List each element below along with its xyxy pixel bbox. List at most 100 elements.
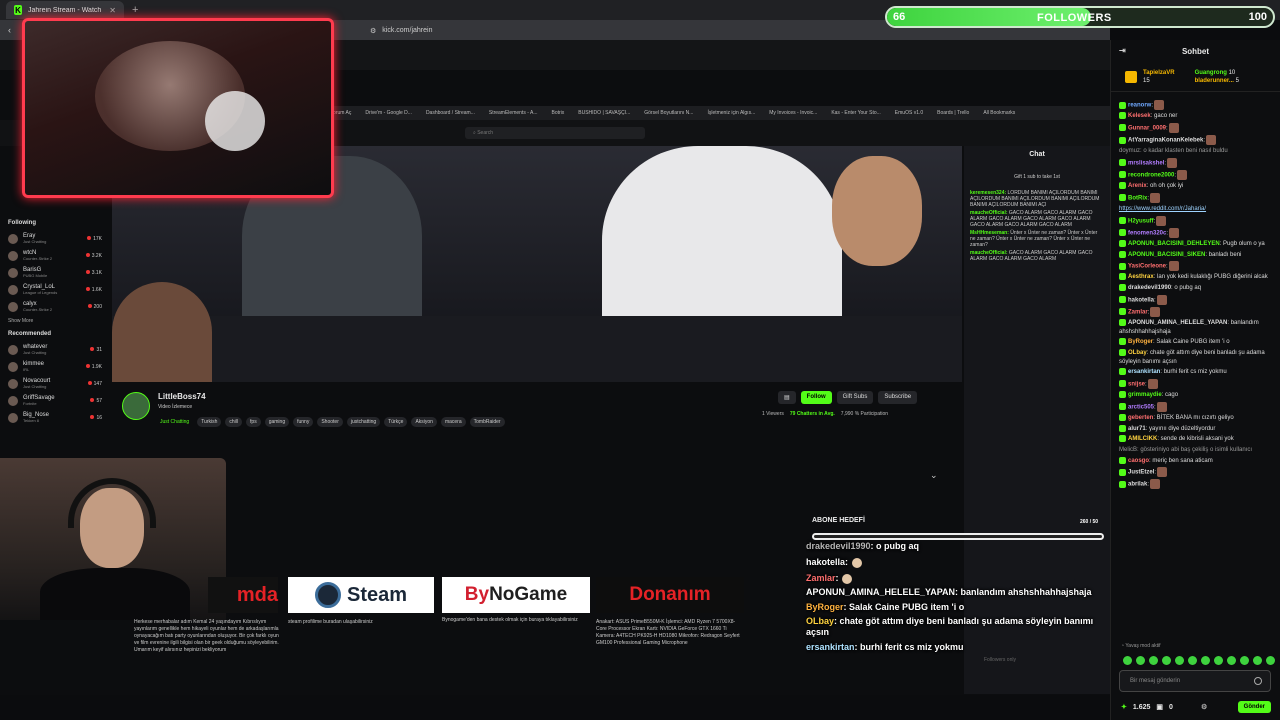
chat-username[interactable]: OLbay xyxy=(1128,350,1147,356)
subscribe-button[interactable]: Subscribe xyxy=(878,391,918,404)
collapse-chat-icon[interactable]: ⇥ xyxy=(1119,46,1126,55)
gifter-name[interactable]: bladerunner... xyxy=(1195,78,1234,84)
emote-icon[interactable] xyxy=(1123,656,1132,665)
chat-username[interactable]: hakotella xyxy=(1128,297,1154,303)
emoji-picker-icon[interactable] xyxy=(1254,677,1262,685)
chat-username[interactable]: ByRoger xyxy=(1128,339,1153,345)
bookmark-item[interactable]: Drive'm - Google D... xyxy=(365,110,412,116)
bynogame-panel[interactable]: By NoGame xyxy=(442,577,590,613)
sidebar-channel[interactable]: wtcN Counter-Strike 2 3.2K xyxy=(0,247,110,264)
emote-icon[interactable] xyxy=(1266,656,1275,665)
sidebar-channel[interactable]: Eray Just Chatting 17K xyxy=(0,230,110,247)
chat-username[interactable]: mrslisakshel xyxy=(1128,160,1164,166)
sidebar-channel[interactable]: Crystal_LoL League of Legends 1.6K xyxy=(0,281,110,298)
tag[interactable]: funny xyxy=(293,417,314,427)
tag[interactable]: Aksiyon xyxy=(411,417,437,427)
chat-username[interactable]: JustEtzel xyxy=(1128,470,1154,476)
chat-username[interactable]: H2yusuff xyxy=(1128,218,1154,224)
emote-icon[interactable] xyxy=(1227,656,1236,665)
emote-icon[interactable] xyxy=(1214,656,1223,665)
bookmark-item[interactable]: EmuOS v1.0 xyxy=(895,110,923,116)
site-info-icon[interactable]: ⚙ xyxy=(370,27,376,35)
gifter-name[interactable]: Guangrong xyxy=(1195,70,1227,76)
show-more-link[interactable]: Show More xyxy=(0,315,110,327)
emote-icon[interactable] xyxy=(1149,656,1158,665)
chat-username[interactable]: Aesthrax xyxy=(1128,275,1154,281)
sidebar-channel[interactable]: Novacourt Just Chatting 147 xyxy=(0,375,110,392)
emote-icon[interactable] xyxy=(1201,656,1210,665)
bookmark-item[interactable]: All Bookmarks xyxy=(983,110,1015,116)
new-tab-icon[interactable]: + xyxy=(132,4,138,16)
tag[interactable]: TombRaider xyxy=(469,417,505,427)
bookmark-item[interactable]: BUSHIDO | SAVAŞÇI... xyxy=(578,110,630,116)
chat-username[interactable]: recondrone2000 xyxy=(1128,173,1174,179)
chat-username[interactable]: geberten xyxy=(1128,415,1153,421)
chat-username[interactable]: APONUN_BACISINI_SIKEN xyxy=(1128,252,1205,258)
chat-username[interactable]: YasiCorleone xyxy=(1128,264,1166,270)
tag[interactable]: Turkish xyxy=(197,417,222,427)
kick-search-input[interactable]: ⌕ Search xyxy=(465,127,645,139)
chat-username[interactable]: AMILCIKK xyxy=(1128,436,1157,442)
chat-username[interactable]: Gunnar_0009 xyxy=(1128,125,1166,131)
bookmark-item[interactable]: Görsel Boyutlarını N... xyxy=(644,110,693,116)
top-gifter-name[interactable]: TapielzaVR xyxy=(1143,70,1175,76)
chat-username[interactable]: Kelesek xyxy=(1128,113,1151,119)
chat-username[interactable]: Arenix xyxy=(1128,183,1147,189)
chat-username[interactable]: fenomen320c xyxy=(1128,230,1166,236)
emote-icon[interactable] xyxy=(1240,656,1249,665)
chat-username[interactable]: snijse xyxy=(1128,382,1145,388)
tag[interactable]: macera xyxy=(440,417,466,427)
chat-username[interactable]: APONUN_BACISINI_DEHLEYEN xyxy=(1128,241,1220,247)
chat-username[interactable]: alur71 xyxy=(1128,426,1146,432)
category-link[interactable]: Just Chatting xyxy=(156,417,193,427)
sidebar-channel[interactable]: whatever Just Chatting 31 xyxy=(0,341,110,358)
bookmark-item[interactable]: Kas - Enter Your Sto... xyxy=(831,110,880,116)
gift-subs-button[interactable]: Gift Subs xyxy=(836,391,874,404)
tag[interactable]: justchatting xyxy=(346,417,381,427)
sidebar-channel[interactable]: Big_Nose Tekken 8 16 xyxy=(0,409,110,426)
settings-gear-icon[interactable]: ⚙ xyxy=(1201,703,1207,711)
send-button[interactable]: Gönder xyxy=(1237,701,1271,713)
chat-username[interactable]: ersankirtan xyxy=(1128,369,1160,375)
bookmark-item[interactable]: İşletmeniz için Algıs... xyxy=(707,110,755,116)
bookmark-item[interactable]: Dashboard / Stream... xyxy=(426,110,475,116)
chevron-down-icon[interactable]: ⌄ xyxy=(930,470,938,481)
chat-username[interactable]: Zamlar xyxy=(1128,310,1148,316)
tag[interactable]: Shooter xyxy=(317,417,343,427)
bookmark-item[interactable]: Botrix xyxy=(552,110,565,116)
streamer-name[interactable]: LittleBoss74 xyxy=(158,392,206,401)
emote-icon[interactable] xyxy=(1188,656,1197,665)
donanim-panel[interactable]: Donanım xyxy=(596,577,744,613)
tag[interactable]: gaming xyxy=(264,417,290,427)
panel-partial[interactable]: mda xyxy=(208,577,278,613)
close-tab-icon[interactable]: ✕ xyxy=(109,6,116,15)
notify-icon[interactable]: ▤ xyxy=(778,391,796,404)
sidebar-channel[interactable]: GriffSavage Fortnite 57 xyxy=(0,392,110,409)
sidebar-channel[interactable]: BarisG PUBG Mobile 3.1K xyxy=(0,264,110,281)
chat-username[interactable]: grimmaydie xyxy=(1128,392,1162,398)
back-icon[interactable]: ‹ xyxy=(8,25,11,35)
chat-username[interactable]: BotRix xyxy=(1128,195,1147,201)
tag[interactable]: chill xyxy=(225,417,243,427)
chat-link[interactable]: https://www.reddit.com/r/Jaharia/ xyxy=(1119,206,1206,212)
emote-icon[interactable] xyxy=(1136,656,1145,665)
emote-icon[interactable] xyxy=(1175,656,1184,665)
emote-icon[interactable] xyxy=(1162,656,1171,665)
chat-username[interactable]: reanorw xyxy=(1128,103,1151,109)
tag[interactable]: Türkçe xyxy=(384,417,408,427)
chat-input[interactable]: Bir mesaj gönderin xyxy=(1119,670,1271,692)
chat-username[interactable]: arctic505 xyxy=(1128,404,1154,410)
steam-panel[interactable]: Steam xyxy=(288,577,434,613)
follow-button[interactable]: Follow xyxy=(800,391,832,404)
chat-username[interactable]: abrilak xyxy=(1128,482,1147,488)
bookmark-item[interactable]: StreamElements - A... xyxy=(489,110,538,116)
sidebar-channel[interactable]: calyx Counter-Strike 2 200 xyxy=(0,298,110,315)
bookmark-item[interactable]: My Invoices - Invoic... xyxy=(769,110,817,116)
emote-icon[interactable] xyxy=(1253,656,1262,665)
browser-tab[interactable]: K Jahrein Stream - Watch Live o ✕ xyxy=(6,1,124,19)
chat-username[interactable]: caosgo xyxy=(1128,458,1149,464)
chat-username[interactable]: drakedevil1990 xyxy=(1128,285,1171,291)
sidebar-channel[interactable]: kimmee IRL 1.9K xyxy=(0,358,110,375)
gift-icon[interactable]: ▣ xyxy=(1156,703,1163,711)
bookmark-item[interactable]: Boards | Trello xyxy=(937,110,969,116)
